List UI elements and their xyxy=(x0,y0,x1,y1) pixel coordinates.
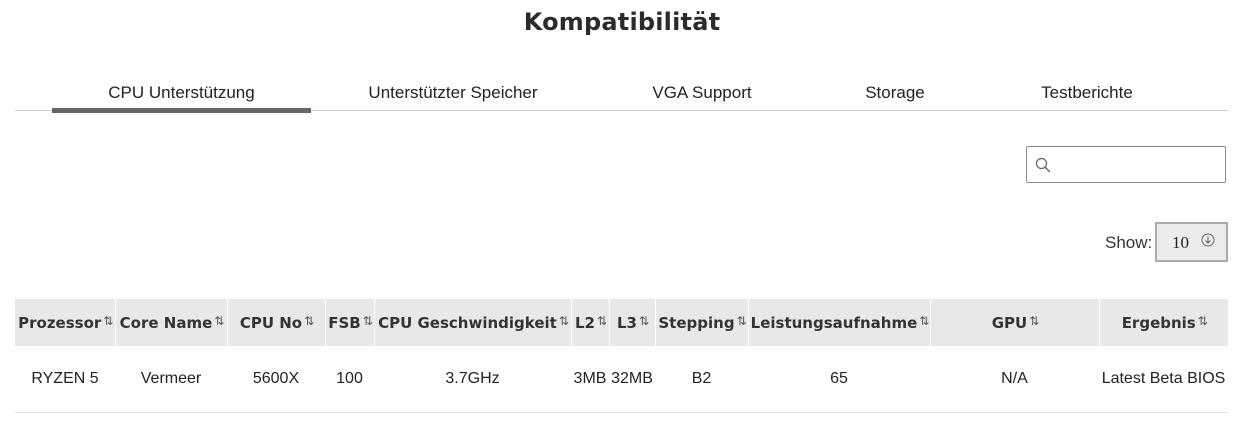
column-header-l3[interactable]: L3 ⇅ xyxy=(609,299,656,346)
cell-cpu-speed: 3.7GHz xyxy=(374,346,571,413)
column-header-power-consumption[interactable]: Leistungsaufnahme ⇅ xyxy=(748,299,931,346)
chevron-down-circle-icon xyxy=(1201,233,1215,247)
column-header-gpu[interactable]: GPU ⇅ xyxy=(930,299,1100,346)
show-entries-value: 10 xyxy=(1172,233,1189,252)
column-header-core-name[interactable]: Core Name ⇅ xyxy=(115,299,228,346)
cell-core-name: Vermeer xyxy=(115,346,227,413)
sort-icon: ⇅ xyxy=(103,313,113,328)
sort-icon: ⇅ xyxy=(736,313,747,328)
page-title: Kompatibilität xyxy=(523,8,721,36)
cell-l2: 3MB xyxy=(571,346,609,413)
search-icon xyxy=(1035,157,1051,173)
sort-icon: ⇅ xyxy=(362,313,373,328)
tab-vga-support[interactable]: VGA Support xyxy=(642,83,762,109)
sort-icon: ⇅ xyxy=(1029,313,1039,328)
tab-cpu-support[interactable]: CPU Unterstützung xyxy=(52,83,311,113)
sort-icon: ⇅ xyxy=(1197,313,1208,328)
cell-cpu-no: 5600X xyxy=(227,346,325,413)
cell-stepping: B2 xyxy=(655,346,748,413)
sort-icon: ⇅ xyxy=(304,313,314,328)
tab-storage[interactable]: Storage xyxy=(857,83,933,109)
cell-gpu: N/A xyxy=(930,346,1099,413)
table-row: RYZEN 5 Vermeer 5600X 100 3.7GHz 3MB 32M… xyxy=(15,346,1228,413)
show-label: Show: xyxy=(1105,233,1153,252)
sort-icon: ⇅ xyxy=(919,313,929,328)
compatibility-table: Prozessor ⇅ Core Name ⇅ CPU No ⇅ FSB ⇅ CPU G… xyxy=(15,299,1228,413)
sort-icon: ⇅ xyxy=(214,313,224,328)
search-input[interactable] xyxy=(1057,151,1225,181)
sort-icon: ⇅ xyxy=(596,313,607,328)
cell-l3: 32MB xyxy=(609,346,655,413)
cell-power-consumption: 65 xyxy=(748,346,930,413)
column-header-cpu-no[interactable]: CPU No ⇅ xyxy=(227,299,326,346)
tab-test-reports[interactable]: Testberichte xyxy=(1031,83,1143,109)
column-header-stepping[interactable]: Stepping ⇅ xyxy=(655,299,749,346)
sort-icon: ⇅ xyxy=(558,313,569,328)
cell-fsb: 100 xyxy=(325,346,374,413)
show-entries-select[interactable]: 10 xyxy=(1155,222,1228,262)
tab-bar: CPU Unterstützung Unterstützter Speicher… xyxy=(15,80,1228,113)
search-box[interactable] xyxy=(1026,146,1226,183)
column-header-l2[interactable]: L2 ⇅ xyxy=(571,299,610,346)
tab-supported-memory[interactable]: Unterstützter Speicher xyxy=(353,83,553,109)
cell-prozessor: RYZEN 5 xyxy=(15,346,115,413)
column-header-fsb[interactable]: FSB ⇅ xyxy=(325,299,375,346)
cell-result: Latest Beta BIOS xyxy=(1099,346,1228,413)
column-header-prozessor[interactable]: Prozessor ⇅ xyxy=(15,299,116,346)
sort-icon: ⇅ xyxy=(638,313,649,328)
column-header-result[interactable]: Ergebnis ⇅ xyxy=(1099,299,1228,346)
table-header-row: Prozessor ⇅ Core Name ⇅ CPU No ⇅ FSB ⇅ CPU G… xyxy=(15,299,1228,346)
column-header-cpu-speed[interactable]: CPU Geschwindigkeit ⇅ xyxy=(374,299,572,346)
